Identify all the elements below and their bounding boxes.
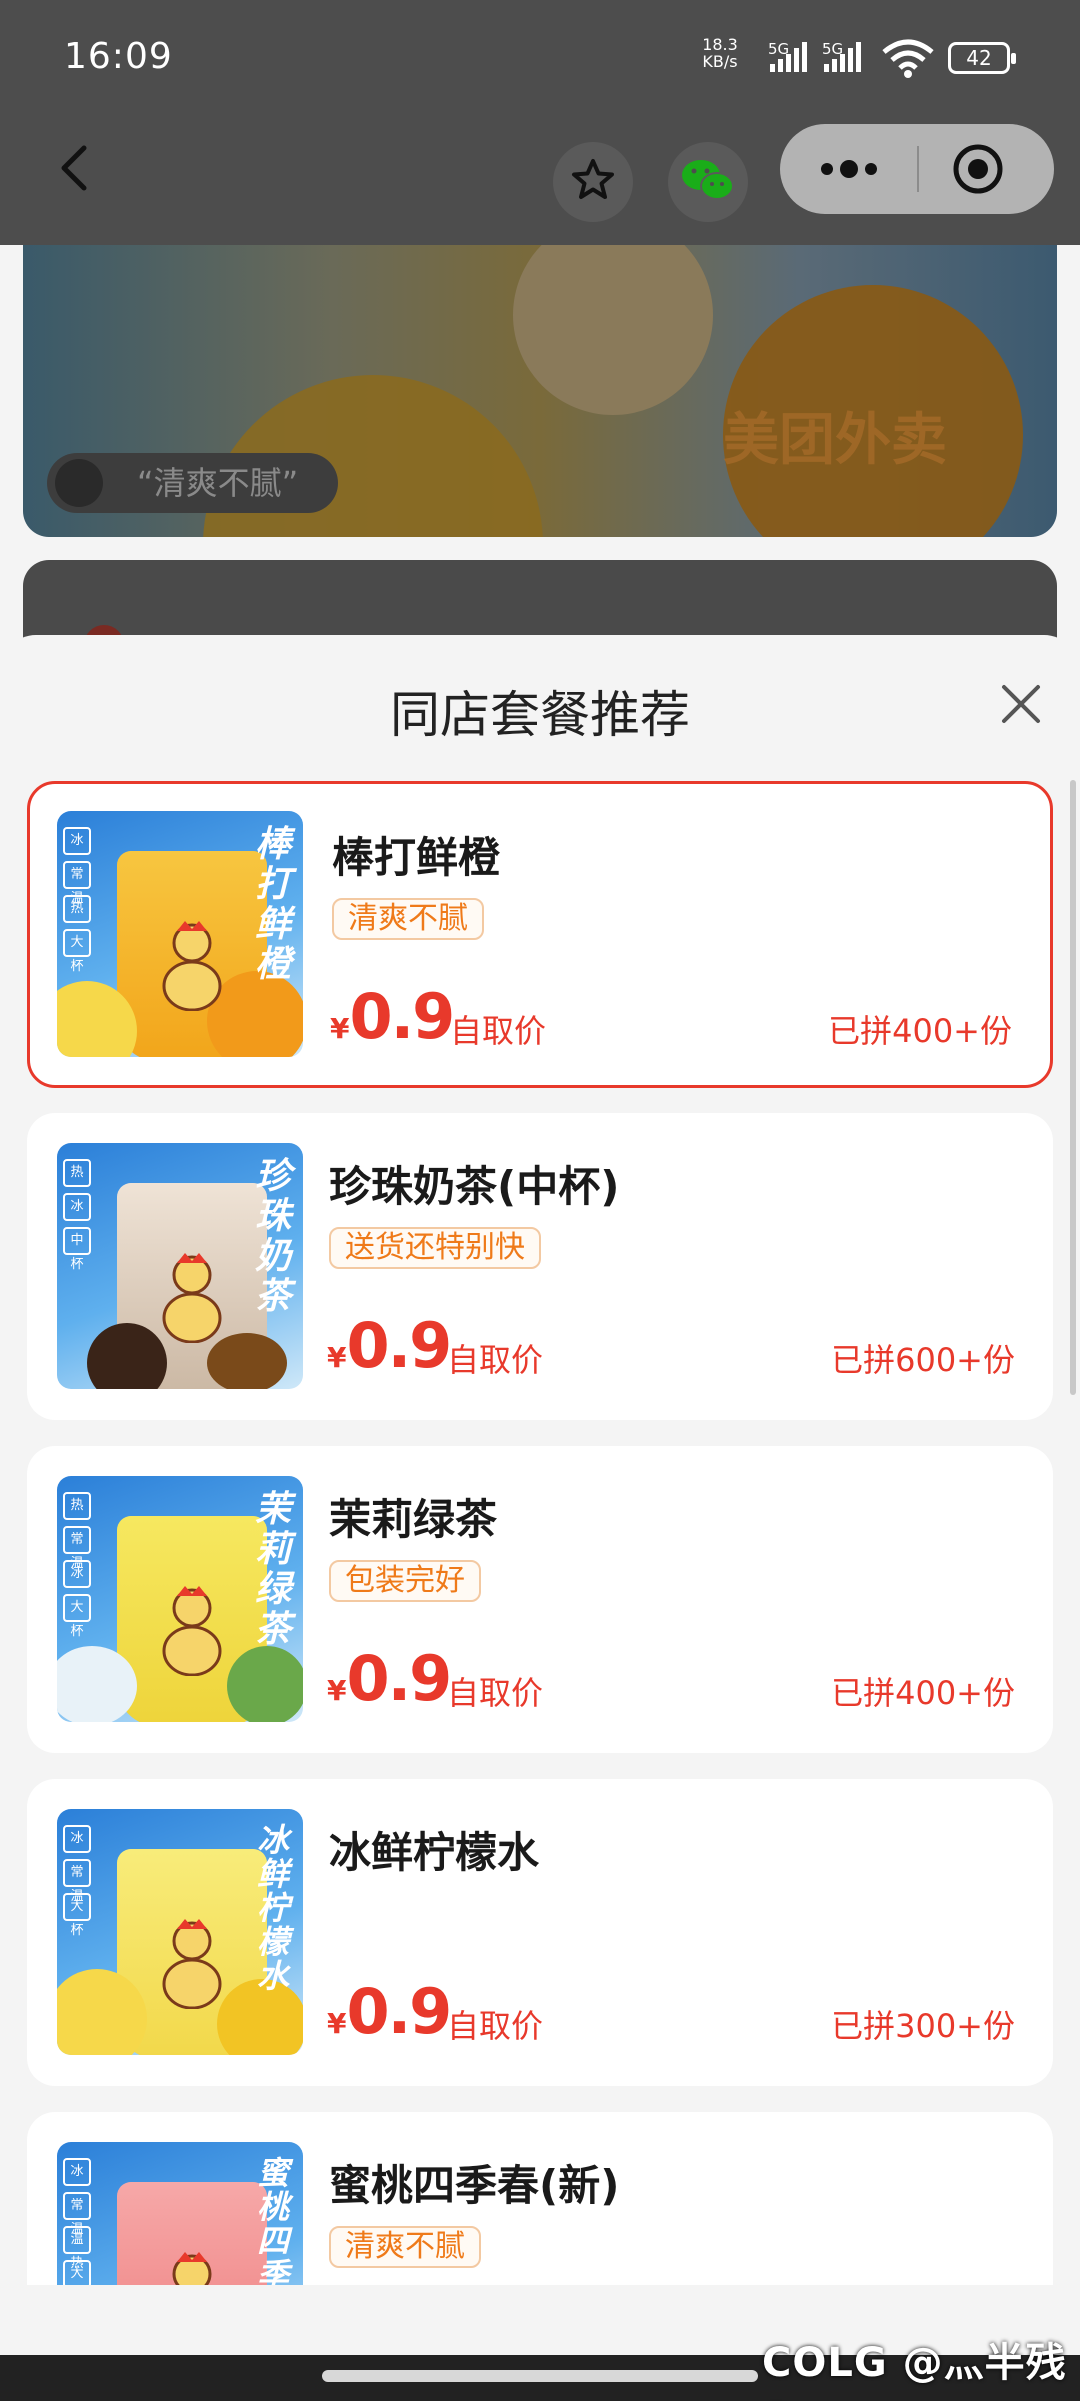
wifi-icon [882, 38, 934, 78]
watermark: COLG @灬半残ミ [762, 2340, 1067, 2401]
network-speed-value: 18.3 [702, 35, 738, 54]
network-speed: 18.3 KB/s [702, 36, 738, 70]
price-value: 0.9 [346, 1309, 452, 1382]
share-button[interactable] [668, 142, 748, 222]
product-image-title: 茉莉绿茶 [254, 1489, 291, 1650]
mascot-image [157, 921, 227, 1012]
signal-label: 5G [822, 40, 844, 58]
battery-icon: 42 [948, 42, 1016, 74]
price-label: 自取价 [447, 2007, 544, 2045]
status-bar: 16:09 18.3 KB/s 5G 5G 42 [0, 0, 1080, 120]
signal-icon: 5G [818, 40, 868, 74]
home-indicator[interactable] [322, 2370, 758, 2382]
star-icon [569, 156, 617, 208]
product-image: 冰 常温 温热 大杯 蜜桃四季春 [57, 2142, 303, 2285]
sold-count: 已拼300+份 [831, 2007, 1015, 2045]
sheet-title: 同店套餐推荐 [390, 686, 690, 744]
price-value: 0.9 [346, 1642, 452, 1715]
product-name: 棒打鲜橙 [332, 833, 501, 882]
mascot-image [157, 1253, 227, 1344]
product-price: ¥0.9 [330, 980, 455, 1053]
avatar [55, 459, 103, 507]
product-banner: 美团外卖 “清爽不腻” [23, 245, 1057, 537]
product-image-title: 珍珠奶茶 [254, 1156, 291, 1317]
product-tag: 清爽不腻 [332, 898, 484, 940]
product-image-title: 棒打鲜橙 [254, 824, 291, 985]
product-price: ¥0.9 [327, 1309, 452, 1382]
product-card[interactable]: 冰 常温 热 大杯 棒打鲜橙 棒打鲜橙 清爽不腻 ¥0.9 自取价 已拼400+… [27, 781, 1053, 1088]
sold-count: 已拼600+份 [831, 1341, 1015, 1379]
status-time: 16:09 [64, 36, 173, 77]
currency-symbol: ¥ [327, 1674, 347, 1707]
product-tag: 送货还特别快 [329, 1227, 541, 1269]
network-speed-unit: KB/s [702, 52, 738, 71]
price-value: 0.9 [346, 1975, 452, 2048]
sold-count: 已拼400+份 [828, 1012, 1012, 1050]
product-card[interactable]: 冰 常温 大杯 冰鲜柠檬水 冰鲜柠檬水 ¥0.9 自取价 已拼300+份 [27, 1779, 1053, 2086]
product-card[interactable]: 热 冰 中杯 珍珠奶茶 珍珠奶茶(中杯) 送货还特别快 ¥0.9 自取价 已拼6… [27, 1113, 1053, 1420]
price-label: 自取价 [447, 1674, 544, 1712]
product-image: 冰 常温 热 大杯 棒打鲜橙 [57, 811, 303, 1057]
product-image-title: 蜜桃四季春 [256, 2154, 289, 2285]
mini-program-capsule [780, 124, 1054, 214]
price-value: 0.9 [349, 980, 455, 1053]
combo-recommend-sheet: 同店套餐推荐 冰 常温 热 大杯 棒打鲜橙 棒打鲜橙 清爽不腻 ¥0.9 自取价 [0, 635, 1080, 2285]
close-icon[interactable] [998, 681, 1044, 727]
wechat-icon [680, 156, 736, 208]
more-dots-icon[interactable] [814, 149, 884, 189]
signal-icon: 5G [764, 40, 814, 74]
product-price: ¥0.9 [327, 1642, 452, 1715]
product-image-title: 冰鲜柠檬水 [256, 1821, 289, 1995]
product-name: 冰鲜柠檬水 [329, 1828, 540, 1877]
product-tag: 包装完好 [329, 1560, 481, 1602]
product-price: ¥0.9 [327, 1975, 452, 2048]
capsule-divider [917, 146, 919, 192]
signal-label: 5G [768, 40, 790, 58]
product-image: 冰 常温 大杯 冰鲜柠檬水 [57, 1809, 303, 2055]
product-card[interactable]: 冰 常温 温热 大杯 蜜桃四季春 蜜桃四季春(新) 清爽不腻 [27, 2112, 1053, 2285]
mascot-image [513, 245, 713, 415]
review-tag-text: “清爽不腻” [137, 464, 299, 502]
product-name: 茉莉绿茶 [329, 1495, 498, 1544]
chevron-left-icon[interactable] [48, 140, 104, 196]
sold-count: 已拼400+份 [831, 1674, 1015, 1712]
price-label: 自取价 [450, 1012, 547, 1050]
currency-symbol: ¥ [330, 1012, 350, 1045]
currency-symbol: ¥ [327, 2007, 347, 2040]
product-card[interactable]: 热 常温 冰 大杯 茉莉绿茶 茉莉绿茶 包装完好 ¥0.9 自取价 已拼400+… [27, 1446, 1053, 1753]
target-icon[interactable] [952, 143, 1004, 195]
brand-watermark: 美团外卖 [723, 408, 947, 473]
favorite-button[interactable] [553, 142, 633, 222]
mascot-image [157, 2252, 227, 2285]
review-tag: “清爽不腻” [47, 453, 339, 513]
mascot-image [157, 1586, 227, 1677]
mascot-image [157, 1919, 227, 2010]
scrollbar[interactable] [1070, 780, 1076, 1395]
currency-symbol: ¥ [327, 1341, 347, 1374]
product-tag: 清爽不腻 [329, 2226, 481, 2268]
price-label: 自取价 [447, 1341, 544, 1379]
product-name: 蜜桃四季春(新) [329, 2161, 620, 2210]
product-name: 珍珠奶茶(中杯) [329, 1162, 620, 1211]
product-image: 热 冰 中杯 珍珠奶茶 [57, 1143, 303, 1389]
product-image: 热 常温 冰 大杯 茉莉绿茶 [57, 1476, 303, 1722]
top-nav [0, 120, 1080, 245]
